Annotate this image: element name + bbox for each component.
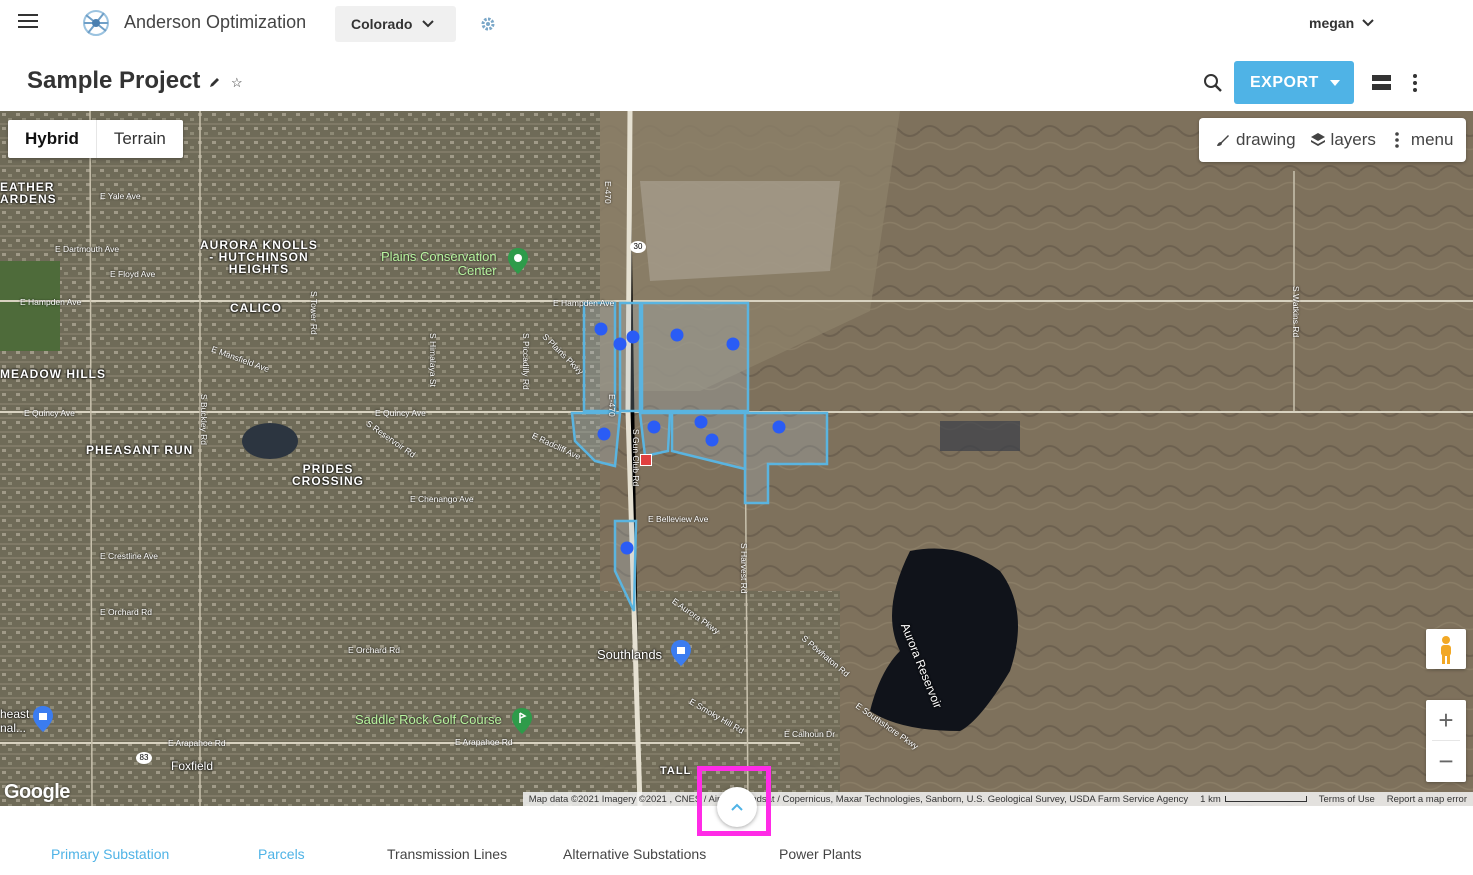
parcel-marker (613, 337, 627, 351)
app-name: Anderson Optimization (124, 12, 307, 32)
report-map-error-link[interactable]: Report a map error (1381, 794, 1473, 805)
scale-label: 1 km (1200, 793, 1221, 805)
export-button[interactable]: EXPORT (1234, 61, 1354, 104)
map-type-control: Hybrid Terrain (8, 120, 183, 158)
state-dropdown[interactable]: Colorado (335, 6, 456, 42)
golf-pin-icon[interactable] (512, 708, 532, 734)
parcel-marker (726, 337, 740, 351)
state-dropdown-value: Colorado (351, 16, 413, 32)
drawing-label: drawing (1236, 130, 1296, 149)
search-icon[interactable] (1203, 73, 1223, 93)
layers-tool-button[interactable]: layers (1310, 130, 1376, 150)
parcel-marker (670, 328, 684, 342)
menu-tool-button[interactable]: menu (1394, 130, 1454, 150)
street-view-pegman[interactable] (1426, 629, 1466, 669)
paintbrush-icon (1217, 135, 1229, 146)
parcel-markers (594, 322, 786, 555)
map-data-attribution: Map data ©2021 Imagery ©2021 , CNES / Ai… (528, 793, 1189, 805)
more-options-icon[interactable] (1413, 74, 1419, 94)
tab-parcels[interactable]: Parcels (258, 846, 305, 862)
export-dropdown-caret-icon[interactable] (1330, 80, 1340, 86)
tab-transmission-lines[interactable]: Transmission Lines (387, 846, 507, 862)
edit-pencil-icon[interactable] (209, 76, 221, 88)
shopping-pin-icon[interactable] (671, 640, 691, 666)
poi-marker-icon[interactable] (640, 454, 652, 466)
parcel-marker (705, 433, 719, 447)
layers-label: layers (1330, 130, 1376, 149)
more-vertical-icon (1395, 132, 1399, 148)
parcel-marker (694, 415, 708, 429)
zoom-out-button[interactable]: − (1426, 741, 1466, 781)
scale-indicator[interactable]: 1 km (1194, 794, 1313, 805)
park-pin-icon[interactable] (508, 248, 528, 274)
top-bar: Anderson Optimization Colorado megan (0, 0, 1473, 48)
chevron-down-icon (422, 20, 435, 28)
tab-primary-substation[interactable]: Primary Substation (51, 846, 169, 862)
parcel-marker (597, 427, 611, 441)
user-menu[interactable]: megan (1309, 15, 1374, 31)
map-canvas[interactable]: AURORA KNOLLS - HUTCHINSON HEIGHTS CALIC… (0, 111, 1473, 806)
school-pin-icon[interactable] (33, 706, 53, 732)
menu-label: menu (1410, 130, 1454, 149)
page-title: Sample Project (27, 67, 201, 94)
project-header: Sample Project ☆ EXPORT (0, 48, 1473, 111)
poi-plains-conservation-center[interactable]: Plains Conservation Center (381, 250, 497, 278)
view-layout-icon[interactable] (1372, 75, 1391, 91)
parcel-marker (626, 330, 640, 344)
google-logo: Google (4, 781, 70, 803)
tab-power-plants[interactable]: Power Plants (779, 846, 861, 862)
zoom-control: + − (1426, 700, 1466, 782)
app-logo (83, 10, 109, 36)
gear-icon[interactable] (480, 16, 496, 32)
user-name: megan (1309, 15, 1355, 31)
parcel-marker (594, 322, 608, 336)
terms-of-use-link[interactable]: Terms of Use (1313, 794, 1381, 805)
layers-icon (1310, 133, 1325, 146)
drawing-tool-button[interactable]: drawing (1215, 130, 1296, 150)
poi-saddle-rock-golf-course[interactable]: Saddle Rock Golf Course (355, 712, 502, 727)
map-toolbox: drawing layers menu (1199, 118, 1466, 162)
map-type-hybrid-button[interactable]: Hybrid (8, 120, 96, 158)
chevron-down-icon (1362, 19, 1374, 27)
route-shield-30: 30 (630, 241, 646, 253)
export-label: EXPORT (1250, 73, 1319, 91)
map-attribution: Map data ©2021 Imagery ©2021 , CNES / Ai… (522, 792, 1473, 806)
pegman-icon (1441, 636, 1451, 664)
map-type-terrain-button[interactable]: Terrain (95, 120, 183, 158)
highlight-box (697, 766, 771, 836)
parcel-marker (647, 420, 661, 434)
hamburger-menu-icon[interactable] (18, 14, 38, 30)
route-shield-83: 83 (136, 752, 152, 764)
scale-bar (1224, 795, 1307, 802)
star-icon[interactable]: ☆ (231, 75, 243, 91)
parcel-marker (772, 420, 786, 434)
zoom-in-button[interactable]: + (1426, 700, 1466, 740)
parcel-marker (620, 541, 634, 555)
tab-alternative-substations[interactable]: Alternative Substations (563, 846, 706, 862)
